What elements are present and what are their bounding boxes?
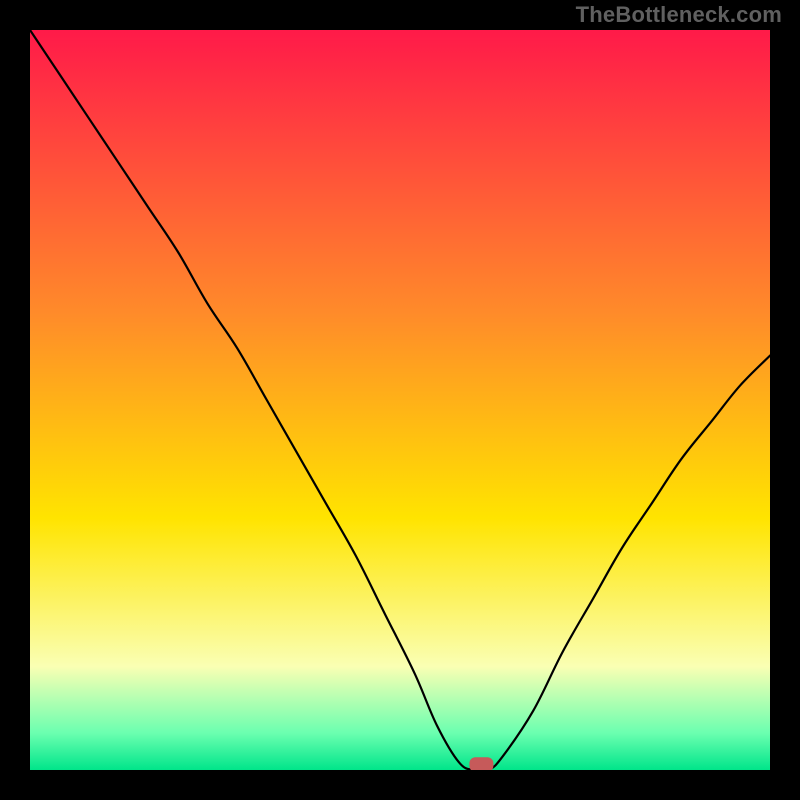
- chart-svg: [30, 30, 770, 770]
- optimal-marker: [469, 757, 493, 770]
- chart-container: TheBottleneck.com: [0, 0, 800, 800]
- chart-plot-area: [30, 30, 770, 770]
- gradient-background: [30, 30, 770, 770]
- watermark-text: TheBottleneck.com: [576, 2, 782, 28]
